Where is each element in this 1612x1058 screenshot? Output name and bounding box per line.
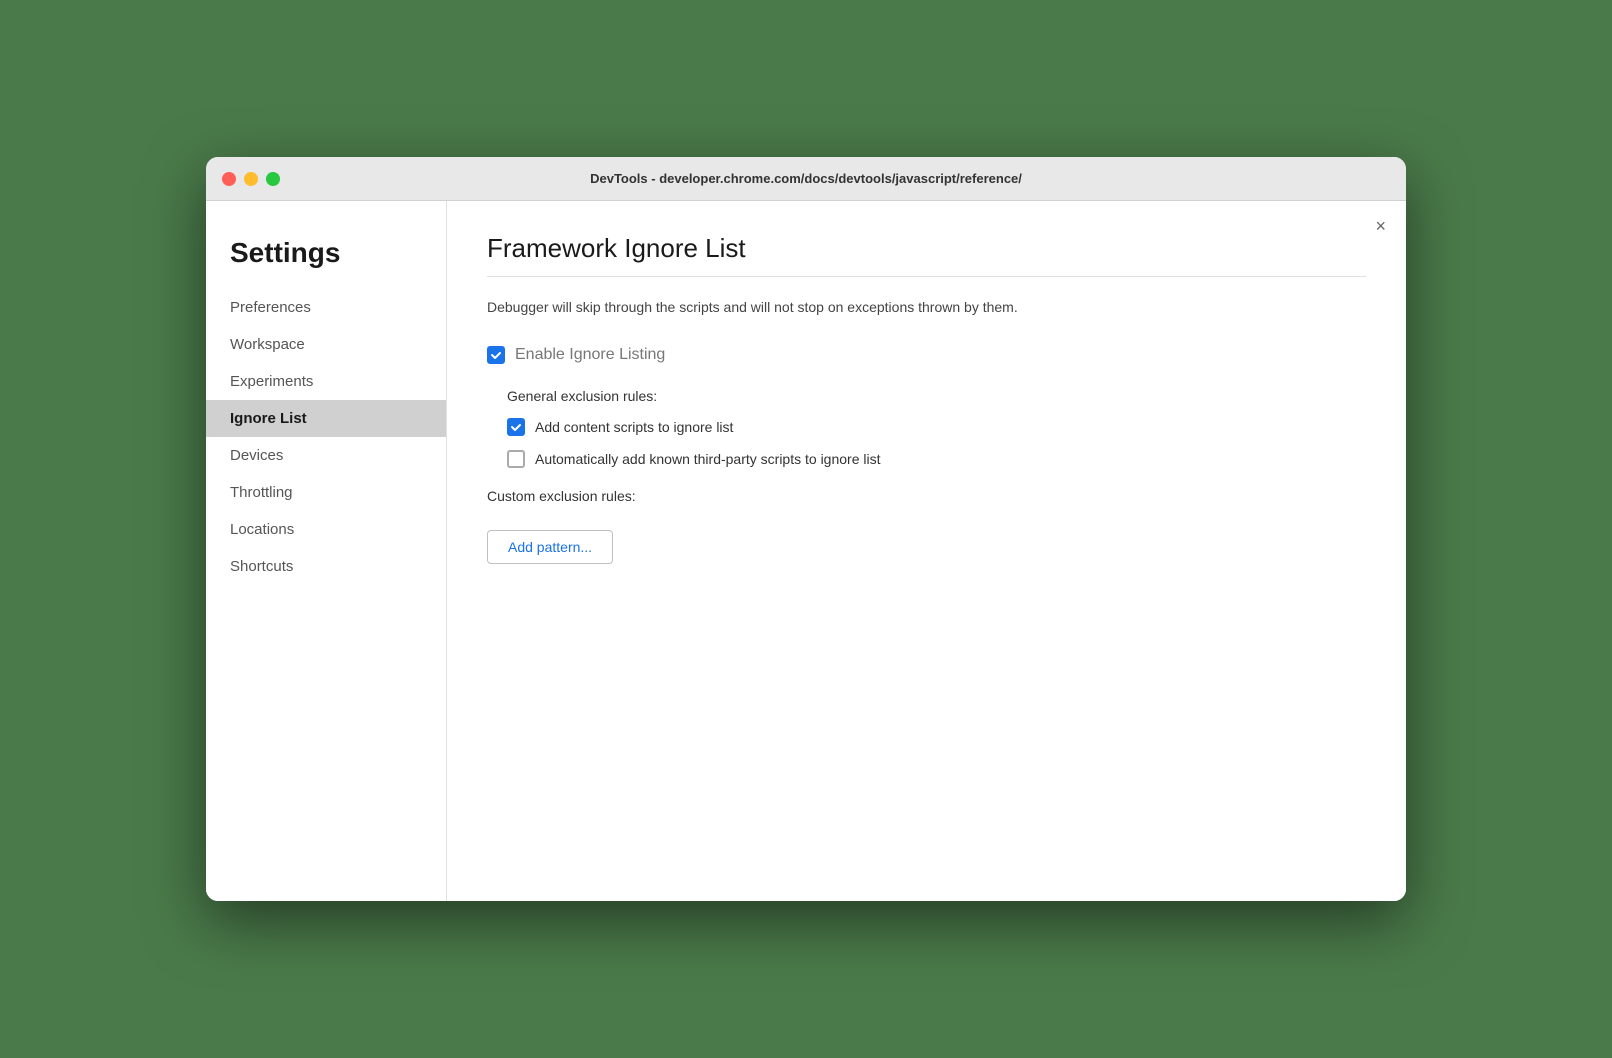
title-divider	[487, 276, 1366, 277]
third-party-label: Automatically add known third-party scri…	[535, 451, 880, 467]
sidebar-item-devices[interactable]: Devices	[206, 437, 446, 474]
browser-title: DevTools - developer.chrome.com/docs/dev…	[590, 171, 1022, 186]
browser-content: × Settings Preferences Workspace Experim…	[206, 201, 1406, 901]
sidebar-item-ignore-list[interactable]: Ignore List	[206, 400, 446, 437]
third-party-checkbox[interactable]	[507, 450, 525, 468]
browser-window: DevTools - developer.chrome.com/docs/dev…	[206, 157, 1406, 901]
traffic-lights	[222, 172, 280, 186]
general-exclusion-section: General exclusion rules: Add content scr…	[507, 388, 1366, 468]
checkmark-icon	[490, 349, 502, 361]
third-party-row: Automatically add known third-party scri…	[507, 450, 1366, 468]
custom-exclusion-label: Custom exclusion rules:	[487, 488, 1366, 504]
enable-ignore-listing-label: Enable Ignore Listing	[515, 346, 665, 364]
sidebar-item-shortcuts[interactable]: Shortcuts	[206, 548, 446, 585]
enable-ignore-listing-row: Enable Ignore Listing	[487, 346, 1366, 364]
enable-ignore-listing-checkbox[interactable]	[487, 346, 505, 364]
custom-exclusion-section: Custom exclusion rules: Add pattern...	[487, 488, 1366, 564]
sidebar: Settings Preferences Workspace Experimen…	[206, 201, 446, 901]
close-button[interactable]: ×	[1375, 217, 1386, 235]
close-traffic-light[interactable]	[222, 172, 236, 186]
settings-container: × Settings Preferences Workspace Experim…	[206, 201, 1406, 901]
title-bar: DevTools - developer.chrome.com/docs/dev…	[206, 157, 1406, 201]
sidebar-item-experiments[interactable]: Experiments	[206, 363, 446, 400]
sidebar-heading: Settings	[206, 221, 446, 289]
maximize-traffic-light[interactable]	[266, 172, 280, 186]
content-scripts-checkbox[interactable]	[507, 418, 525, 436]
content-scripts-row: Add content scripts to ignore list	[507, 418, 1366, 436]
page-title: Framework Ignore List	[487, 233, 1366, 264]
description-text: Debugger will skip through the scripts a…	[487, 297, 1247, 318]
sidebar-item-locations[interactable]: Locations	[206, 511, 446, 548]
main-content: Framework Ignore List Debugger will skip…	[446, 201, 1406, 901]
add-pattern-button[interactable]: Add pattern...	[487, 530, 613, 564]
general-exclusion-label: General exclusion rules:	[507, 388, 1366, 404]
sidebar-item-throttling[interactable]: Throttling	[206, 474, 446, 511]
checkmark-icon	[510, 421, 522, 433]
sidebar-item-workspace[interactable]: Workspace	[206, 326, 446, 363]
content-scripts-label: Add content scripts to ignore list	[535, 419, 733, 435]
sidebar-item-preferences[interactable]: Preferences	[206, 289, 446, 326]
minimize-traffic-light[interactable]	[244, 172, 258, 186]
